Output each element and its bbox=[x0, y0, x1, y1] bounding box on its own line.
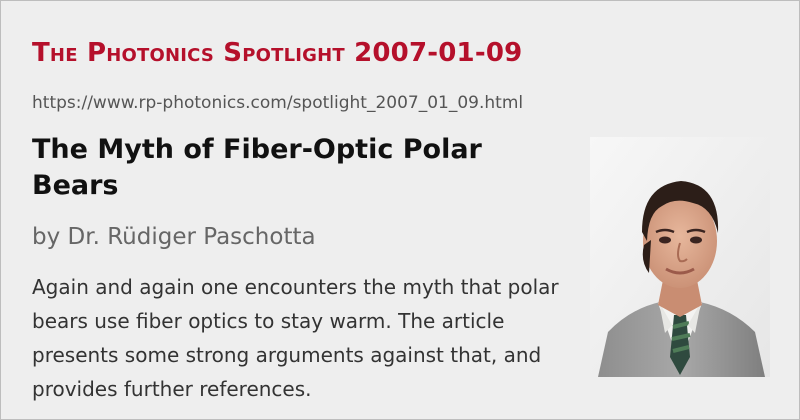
spotlight-brand-title: The Photonics Spotlight 2007-01-09 bbox=[32, 38, 523, 68]
article-url[interactable]: https://www.rp-photonics.com/spotlight_2… bbox=[32, 93, 523, 113]
article-summary: Again and again one encounters the myth … bbox=[32, 275, 559, 401]
author-portrait-photo bbox=[590, 137, 770, 377]
article-title: The Myth of Fiber-Optic Polar Bears bbox=[32, 134, 482, 201]
author-byline: by Dr. Rüdiger Paschotta bbox=[32, 224, 316, 250]
